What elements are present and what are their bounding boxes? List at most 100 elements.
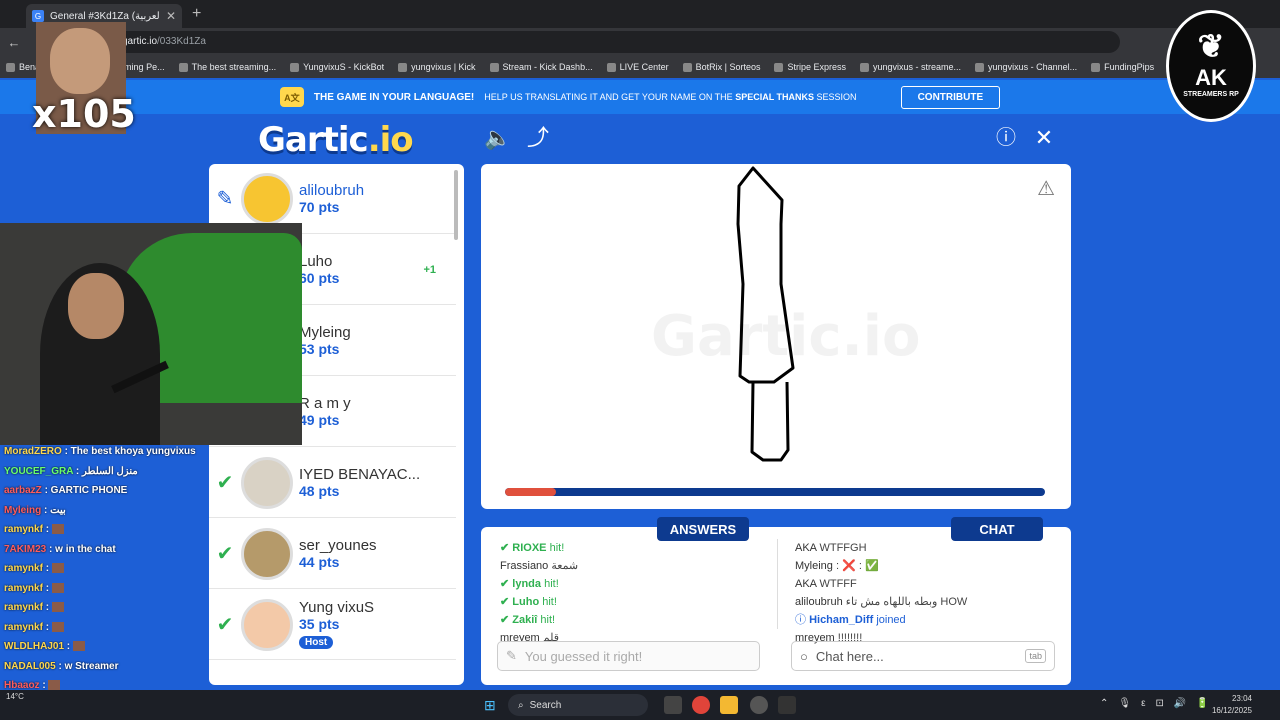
chat-input[interactable]: ○ Chat here... tab (791, 641, 1055, 671)
stream-chat-line: ramynkf : (0, 563, 210, 583)
taskbar-search-label: Search (529, 699, 562, 711)
player-points: 53 pts (299, 341, 340, 357)
task-view-icon[interactable] (664, 696, 682, 714)
answer-input[interactable]: ✎ You guessed it right! (497, 641, 760, 671)
player-row[interactable]: ✔ Yung vixuS 35 pts Host (209, 590, 456, 660)
tab-key-hint: tab (1025, 649, 1046, 663)
chat-line: AKA WTFFF (795, 578, 857, 590)
drawing-canvas[interactable]: Gartic.io ⚠ (481, 164, 1071, 509)
player-avatar (241, 172, 293, 225)
stream-chat-line: aarbazZ : GARTIC PHONE (4, 485, 128, 496)
bookmark-item[interactable]: yungvixus | Kick (398, 62, 476, 72)
stream-chat-line: Myleing : بيت (4, 504, 66, 516)
emote-icon (51, 621, 64, 632)
guessed-check-icon: ✔ (216, 614, 234, 636)
bookmark-item[interactable]: LIVE Center (606, 62, 669, 72)
app-icon[interactable] (750, 696, 768, 714)
stream-chat-line: ramynkf : (0, 524, 210, 544)
ak-logo-text: AK (1195, 65, 1227, 90)
guessed-check-icon: ✔ (216, 543, 234, 565)
bookmark-item[interactable]: yungvixus - Channel... (975, 62, 1077, 72)
bookmark-item[interactable]: YungvixuS - KickBot (290, 62, 384, 72)
bookmark-item[interactable]: FundingPips (1091, 62, 1154, 72)
player-list-scrollbar[interactable] (454, 170, 458, 240)
address-bar-row: ← ⟳ gartic.io/033Kd1Za (0, 28, 1280, 56)
answer-line: ✔ Luho hit! (500, 596, 557, 608)
new-tab-icon[interactable]: + (192, 5, 201, 23)
tab-title: General #3Kd1Za (العربية) (50, 10, 160, 22)
translation-banner: A文 THE GAME IN YOUR LANGUAGE! HELP US TR… (0, 80, 1280, 114)
answer-input-placeholder: You guessed it right! (524, 648, 643, 664)
file-explorer-icon[interactable] (720, 696, 738, 714)
bookmark-item[interactable]: BotRix | Sorteos (682, 62, 760, 72)
system-tray[interactable]: ⌃🎙ε⊡🔊🔋 (1100, 698, 1219, 709)
chat-feed: AKA WTFFGH Myleing : ❌ : ✅ AKA WTFFF alilou… (795, 539, 1055, 647)
chat-line: Myleing : ❌ : ✅ (795, 560, 879, 572)
bookmark-icon (774, 62, 784, 72)
player-row[interactable]: ✔ ser_younes 44 pts (209, 519, 456, 589)
taskbar-clock[interactable]: 23:04 16/12/2025 (1212, 693, 1252, 717)
stream-chat-line: WLDLHAJ01 : (0, 641, 210, 661)
streamer-face (68, 273, 124, 339)
start-icon[interactable]: ⊞ (484, 697, 500, 713)
check-icon: ✔ (500, 614, 513, 626)
banner-text: HELP US TRANSLATING IT AND GET YOUR NAME… (484, 92, 857, 102)
answer-line: ✔ RIOXE hit! (500, 542, 565, 554)
bookmark-item[interactable]: Stripe Express (774, 62, 846, 72)
player-points: 35 pts (299, 616, 340, 632)
bookmark-icon (178, 62, 188, 72)
emote-count: x105 (32, 92, 136, 136)
bookmarks-bar: Benai...Algerian Gaming Pe...The best st… (0, 56, 1280, 78)
browser-tab-bar: G General #3Kd1Za (العربية) ✕ + (0, 0, 1280, 28)
score-delta: +1 (423, 263, 436, 276)
stream-chat-line: ramynkf : (0, 622, 210, 642)
back-icon[interactable]: ← (0, 35, 28, 50)
emote-icon (72, 641, 85, 652)
url-path: /033Kd1Za (157, 36, 206, 47)
player-row[interactable]: ✔ IYED BENAYAC... 48 pts (209, 448, 456, 518)
chat-tab[interactable]: CHAT (951, 517, 1043, 541)
player-name: Luho (299, 253, 333, 270)
search-icon: ⌕ (518, 699, 524, 711)
streamer-webcam (0, 223, 302, 445)
ak-streamers-logo: ❦ AK STREAMERS RP (1166, 10, 1256, 122)
answers-tab[interactable]: ANSWERS (657, 517, 749, 541)
emote-icon (51, 602, 64, 613)
chat-line: ⓘ Hicham_Diff joined (795, 614, 906, 626)
bookmark-icon (975, 62, 985, 72)
bookmark-item[interactable]: Stream - Kick Dashb... (489, 62, 593, 72)
url-bar[interactable]: gartic.io/033Kd1Za (110, 31, 1120, 53)
info-icon: ⓘ (795, 614, 810, 626)
player-points: 60 pts (299, 270, 340, 286)
check-icon: ✔ (500, 542, 513, 554)
stream-chat-line: 7AKIM23 : w in the chat (4, 543, 116, 555)
host-badge: Host (299, 636, 334, 649)
player-avatar (241, 527, 293, 580)
bookmark-item[interactable]: The best streaming... (178, 62, 276, 72)
close-game-icon[interactable]: ✕ (1030, 124, 1058, 152)
terminal-icon[interactable] (778, 696, 796, 714)
player-avatar (241, 456, 293, 509)
info-icon[interactable]: ⓘ (992, 124, 1020, 152)
close-icon[interactable]: ✕ (166, 9, 176, 23)
sound-icon[interactable]: 🔈 (484, 124, 512, 152)
ak-logo-subtext: STREAMERS RP (1183, 91, 1239, 98)
player-points: 49 pts (299, 412, 340, 428)
chrome-icon[interactable] (692, 696, 710, 714)
taskbar-search[interactable]: ⌕ Search (508, 694, 648, 716)
pencil-icon: ✎ (506, 648, 517, 663)
answers-feed: ✔ RIOXE hit! Frassiano شمعة ✔ lynda hit! ✔ … (500, 539, 770, 647)
player-name: IYED BENAYAC... (299, 466, 421, 483)
bookmark-item[interactable]: yungvixus - streame... (860, 62, 961, 72)
emote-icon (51, 582, 64, 593)
banner-title: THE GAME IN YOUR LANGUAGE! (313, 91, 475, 103)
weather-widget[interactable]: 14°C (6, 692, 24, 701)
share-icon[interactable]: ⤴ (524, 124, 552, 152)
bookmark-icon (860, 62, 870, 72)
player-points: 70 pts (299, 199, 340, 215)
emote-overlay: x105 (32, 22, 136, 136)
stream-chat-line: MoradZERO : The best khoya yungvixus (4, 446, 196, 457)
chat-bubble-icon: ○ (800, 648, 808, 664)
emote-face (50, 28, 110, 94)
contribute-button[interactable]: CONTRIBUTE (900, 85, 1001, 109)
